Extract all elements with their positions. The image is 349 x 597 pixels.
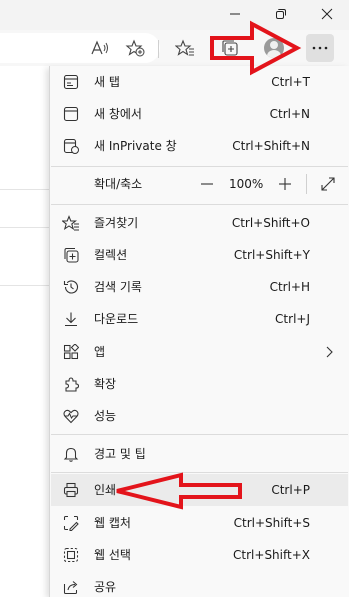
read-aloud-button[interactable] <box>86 34 114 62</box>
new-window-icon <box>62 105 80 123</box>
inprivate-icon <box>62 137 80 155</box>
settings-menu: 새 탭 Ctrl+T 새 창에서 Ctrl+N 새 InPrivate 창 Ct… <box>49 66 349 597</box>
zoom-in-button[interactable] <box>277 175 293 193</box>
add-favorite-button[interactable] <box>121 34 149 62</box>
download-icon <box>62 310 80 328</box>
new-tab-icon <box>62 73 80 91</box>
menu-item-apps[interactable]: 앱 <box>51 336 348 368</box>
web-select-icon <box>62 546 80 564</box>
menu-item-shortcut: Ctrl+Shift+Y <box>233 248 310 262</box>
read-aloud-icon <box>91 40 108 55</box>
web-capture-icon <box>62 514 80 532</box>
menu-item-favorites[interactable]: 즐겨찾기 Ctrl+Shift+O <box>51 207 348 239</box>
minus-icon <box>201 183 213 185</box>
page-divider <box>0 227 49 228</box>
menu-separator <box>51 472 348 473</box>
menu-separator <box>51 434 348 435</box>
printer-icon <box>62 481 80 499</box>
history-icon <box>62 278 80 296</box>
menu-item-web-capture[interactable]: 웹 캡처 Ctrl+Shift+S <box>51 507 348 539</box>
performance-icon <box>62 407 80 425</box>
add-favorite-icon <box>125 39 145 57</box>
menu-item-label: 새 InPrivate 창 <box>94 139 177 153</box>
menu-item-label: 성능 <box>94 409 117 423</box>
menu-item-shortcut: Ctrl+J <box>275 312 310 326</box>
collections-icon <box>62 246 80 264</box>
plus-icon <box>279 178 291 190</box>
favorites-icon <box>62 214 80 232</box>
zoom-divider <box>306 174 307 194</box>
fullscreen-icon <box>321 177 335 191</box>
menu-item-label: 경고 및 팁 <box>94 447 146 461</box>
menu-item-shortcut: Ctrl+Shift+O <box>231 216 310 230</box>
more-icon <box>312 46 328 50</box>
extensions-icon <box>62 375 80 393</box>
fullscreen-button[interactable] <box>319 175 337 193</box>
menu-item-share[interactable]: 공유 <box>51 571 348 597</box>
menu-item-zoom: 확대/축소 100% <box>51 168 348 200</box>
menu-item-label: 새 탭 <box>94 75 120 89</box>
profile-icon <box>264 38 284 58</box>
menu-item-label: 다운로드 <box>94 312 139 326</box>
menu-item-label: 검색 기록 <box>94 280 142 294</box>
menu-item-performance[interactable]: 성능 <box>51 400 348 432</box>
menu-item-new-inprivate[interactable]: 새 InPrivate 창 Ctrl+Shift+N <box>51 130 348 162</box>
menu-item-web-select[interactable]: 웹 선택 Ctrl+Shift+X <box>51 539 348 571</box>
menu-item-shortcut: Ctrl+N <box>269 107 310 121</box>
minimize-icon <box>230 13 240 15</box>
menu-item-label: 즐겨찾기 <box>94 216 139 230</box>
menu-item-new-tab[interactable]: 새 탭 Ctrl+T <box>51 66 348 98</box>
close-icon <box>321 8 333 20</box>
zoom-value: 100% <box>229 177 264 191</box>
close-button[interactable] <box>304 0 349 28</box>
menu-item-collections[interactable]: 컬렉션 Ctrl+Shift+Y <box>51 239 348 271</box>
profile-button[interactable] <box>260 34 288 62</box>
menu-separator <box>51 204 348 205</box>
zoom-out-button[interactable] <box>199 175 215 193</box>
restore-icon <box>276 9 286 19</box>
favorites-icon <box>175 39 194 56</box>
minimize-button[interactable] <box>212 0 258 28</box>
menu-item-shortcut: Ctrl+Shift+N <box>232 139 310 153</box>
title-bar <box>0 0 349 30</box>
menu-item-shortcut: Ctrl+T <box>271 75 310 89</box>
menu-item-label: 웹 캡처 <box>94 516 131 530</box>
menu-item-downloads[interactable]: 다운로드 Ctrl+J <box>51 303 348 335</box>
menu-item-alerts-tips[interactable]: 경고 및 팁 <box>51 438 348 470</box>
favorites-button[interactable] <box>171 34 199 62</box>
menu-item-label: 확장 <box>94 377 117 391</box>
share-icon <box>62 578 80 596</box>
menu-item-shortcut: Ctrl+P <box>271 483 310 497</box>
menu-item-new-window[interactable]: 새 창에서 Ctrl+N <box>51 98 348 130</box>
menu-separator <box>51 166 348 167</box>
chevron-right-icon <box>326 346 333 358</box>
toolbar <box>0 30 349 66</box>
menu-item-print[interactable]: 인쇄 Ctrl+P <box>51 474 348 506</box>
menu-item-shortcut: Ctrl+Shift+X <box>233 548 310 562</box>
menu-item-label: 새 창에서 <box>94 107 142 121</box>
menu-item-label: 인쇄 <box>94 483 117 497</box>
menu-item-label: 웹 선택 <box>94 548 131 562</box>
menu-item-extensions[interactable]: 확장 <box>51 368 348 400</box>
menu-item-label: 컬렉션 <box>94 248 128 262</box>
menu-item-label: 공유 <box>94 580 117 594</box>
page-divider <box>0 285 49 286</box>
menu-item-shortcut: Ctrl+Shift+S <box>233 516 310 530</box>
page-content <box>0 66 49 597</box>
bell-icon <box>62 445 80 463</box>
menu-item-history[interactable]: 검색 기록 Ctrl+H <box>51 271 348 303</box>
page-divider <box>0 189 49 190</box>
collections-icon <box>222 40 238 56</box>
menu-item-label: 앱 <box>94 345 106 359</box>
toolbar-divider <box>158 40 159 58</box>
browser-window: 새 탭 Ctrl+T 새 창에서 Ctrl+N 새 InPrivate 창 Ct… <box>0 0 349 597</box>
zoom-label: 확대/축소 <box>94 177 143 191</box>
apps-icon <box>62 343 80 361</box>
more-button[interactable] <box>306 34 334 62</box>
menu-item-shortcut: Ctrl+H <box>269 280 310 294</box>
restore-button[interactable] <box>258 0 304 28</box>
collections-button[interactable] <box>216 34 244 62</box>
